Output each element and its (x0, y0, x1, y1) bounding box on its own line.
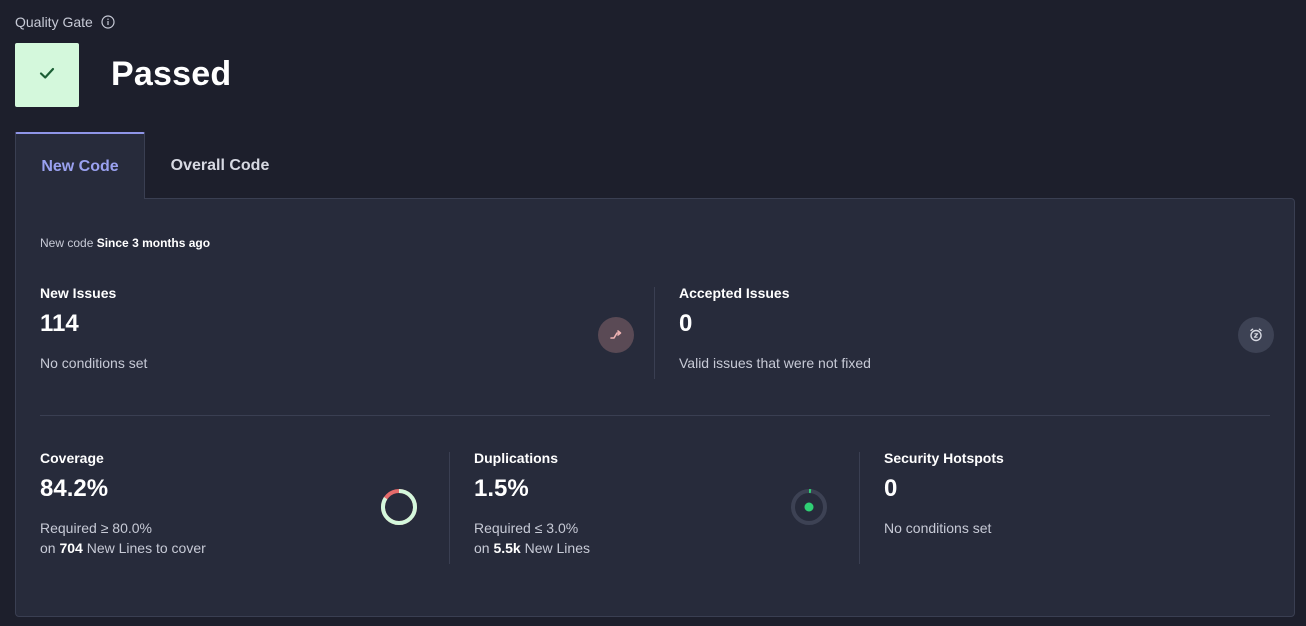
new-issues-sub: No conditions set (40, 355, 148, 371)
tab-overall-code[interactable]: Overall Code (145, 132, 295, 199)
duplications-gauge (791, 489, 827, 525)
coverage-required: Required ≥ 80.0% (40, 520, 152, 536)
new-code-panel: New code Since 3 months ago New Issues 1… (15, 198, 1295, 617)
new-code-period: New code Since 3 months ago (40, 236, 210, 250)
quality-gate-label: Quality Gate (15, 14, 93, 30)
duplications-card[interactable]: Duplications 1.5% Required ≤ 3.0% on 5.5… (474, 450, 590, 558)
duplications-lines-suffix: New Lines (524, 540, 590, 556)
duplications-lines-prefix: on (474, 540, 490, 556)
coverage-value[interactable]: 84.2% (40, 475, 206, 503)
quality-gate-status-badge (15, 43, 79, 107)
new-issues-card[interactable]: New Issues 114 No conditions set (40, 285, 147, 373)
new-issues-value[interactable]: 114 (40, 310, 147, 338)
coverage-lines-prefix: on (40, 540, 56, 556)
duplications-lines: on 5.5k New Lines (474, 538, 590, 558)
coverage-lines: on 704 New Lines to cover (40, 538, 206, 558)
trend-arrow-icon (598, 317, 634, 353)
check-icon (36, 62, 58, 89)
accepted-issues-sub: Valid issues that were not fixed (679, 355, 871, 371)
accepted-issues-value[interactable]: 0 (679, 310, 871, 338)
accepted-issues-card[interactable]: Accepted Issues 0 Valid issues that were… (679, 285, 871, 373)
duplications-title: Duplications (474, 450, 559, 466)
quality-gate-status: Passed (111, 55, 232, 93)
duplications-value[interactable]: 1.5% (474, 475, 590, 503)
new-code-since: Since 3 months ago (96, 236, 211, 250)
security-hotspots-card[interactable]: Security Hotspots 0 No conditions set (884, 450, 1004, 538)
quality-gate-header: Quality Gate (15, 14, 115, 30)
issues-divider (654, 287, 655, 379)
coverage-title: Coverage (40, 450, 104, 466)
alarm-clock-icon (1238, 317, 1274, 353)
info-icon[interactable] (101, 15, 115, 29)
security-hotspots-title: Security Hotspots (884, 450, 1004, 466)
duplications-lines-count: 5.5k (493, 540, 521, 556)
coverage-card[interactable]: Coverage 84.2% Required ≥ 80.0% on 704 N… (40, 450, 206, 558)
security-hotspots-value[interactable]: 0 (884, 475, 1004, 503)
coverage-divider (449, 452, 450, 564)
accepted-issues-title: Accepted Issues (679, 285, 790, 301)
security-hotspots-sub: No conditions set (884, 520, 992, 536)
tab-new-code[interactable]: New Code (15, 132, 145, 199)
duplications-divider (859, 452, 860, 564)
coverage-gauge (381, 489, 417, 525)
new-issues-title: New Issues (40, 285, 117, 301)
coverage-lines-suffix: New Lines to cover (86, 540, 206, 556)
section-divider (40, 415, 1270, 416)
duplications-required: Required ≤ 3.0% (474, 520, 579, 536)
new-code-prefix: New code (40, 236, 94, 250)
coverage-lines-count: 704 (59, 540, 83, 556)
